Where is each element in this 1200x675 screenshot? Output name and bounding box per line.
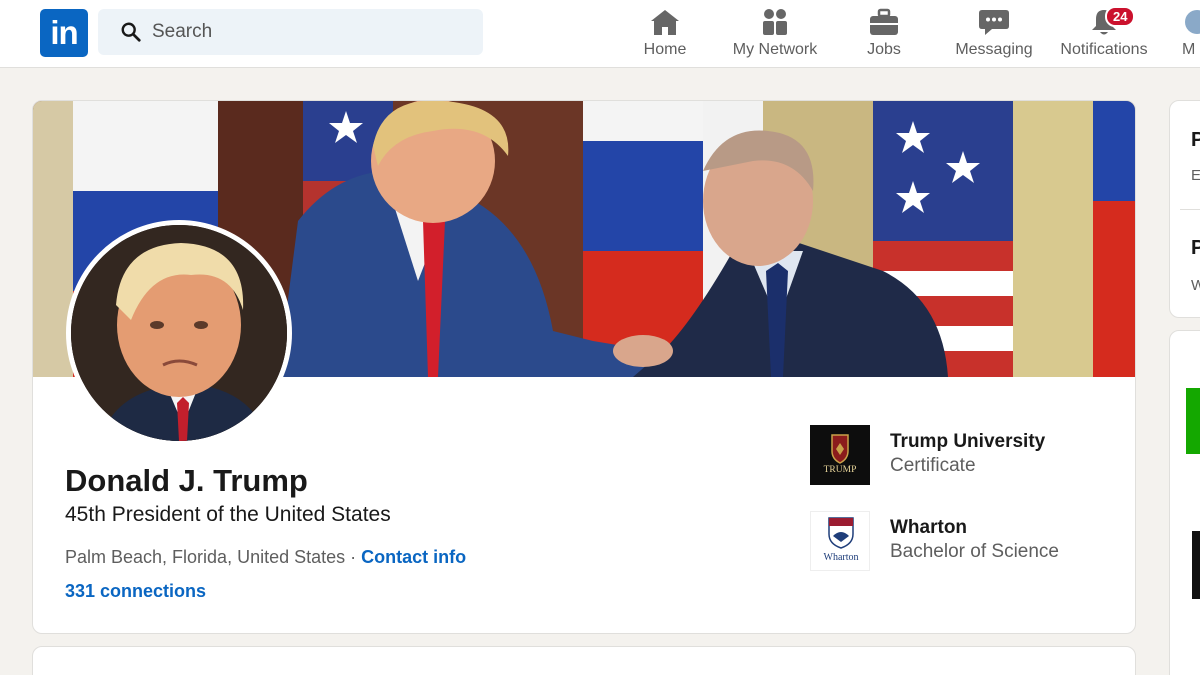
education-item-wharton[interactable]: Wharton Wharton Bachelor of Science xyxy=(810,511,1110,571)
ad-logo-dark[interactable] xyxy=(1192,531,1200,599)
nav-home[interactable]: Home xyxy=(630,6,700,64)
search-icon xyxy=(121,22,141,42)
separator-dot: · xyxy=(350,547,357,567)
wharton-logo-text: Wharton xyxy=(824,552,859,563)
profile-name: Donald J. Trump xyxy=(65,463,308,498)
nav-notifications-label: Notifications xyxy=(1060,41,1148,58)
sidebar-line-3[interactable]: P xyxy=(1191,237,1200,260)
right-sidebar-ad-card xyxy=(1169,330,1200,675)
bell-icon xyxy=(1053,8,1155,38)
sidebar-line-1[interactable]: P xyxy=(1191,129,1200,152)
nav-jobs[interactable]: Jobs xyxy=(852,6,916,64)
nav-notifications[interactable]: 24 Notifications xyxy=(1053,6,1155,64)
education-item-trump-university[interactable]: TRUMP Trump University Certificate xyxy=(810,425,1110,485)
trump-university-logo-text: TRUMP xyxy=(824,465,857,475)
nav-my-network[interactable]: My Network xyxy=(722,6,828,64)
profile-avatar[interactable] xyxy=(66,220,292,446)
nav-home-label: Home xyxy=(643,41,687,58)
nav-me-label: M xyxy=(1182,41,1196,58)
education-school-name: Trump University xyxy=(890,431,1046,452)
education-school-name: Wharton xyxy=(890,517,968,538)
ad-logo-green[interactable] xyxy=(1186,388,1200,454)
sidebar-divider xyxy=(1180,209,1200,210)
briefcase-icon xyxy=(852,8,916,38)
search-input[interactable] xyxy=(152,9,472,55)
global-nav: in Home My Network Jobs xyxy=(0,0,1200,68)
location-row: Palm Beach, Florida, United States · Con… xyxy=(65,547,466,568)
next-section-card xyxy=(32,646,1136,675)
nav-me[interactable]: M xyxy=(1182,6,1200,64)
nav-messaging[interactable]: Messaging xyxy=(946,6,1042,64)
nav-messaging-label: Messaging xyxy=(955,41,1033,58)
avatar-icon xyxy=(1182,8,1200,38)
trump-university-logo: TRUMP xyxy=(810,425,870,485)
profile-card: Donald J. Trump 45th President of the Un… xyxy=(32,100,1136,634)
search-box[interactable] xyxy=(98,9,483,55)
education-degree: Certificate xyxy=(890,455,976,476)
chat-icon xyxy=(946,8,1042,38)
profile-location: Palm Beach, Florida, United States xyxy=(65,547,346,567)
profile-headline: 45th President of the United States xyxy=(65,503,391,526)
linkedin-logo[interactable]: in xyxy=(40,9,88,57)
home-icon xyxy=(630,8,700,38)
nav-jobs-label: Jobs xyxy=(867,41,901,58)
connections-link[interactable]: 331 connections xyxy=(65,581,206,602)
sidebar-line-4: W xyxy=(1191,277,1200,294)
right-sidebar-card: P E P W xyxy=(1169,100,1200,318)
contact-info-link[interactable]: Contact info xyxy=(361,547,466,567)
wharton-logo: Wharton xyxy=(810,511,870,571)
sidebar-line-2: E xyxy=(1191,167,1200,184)
people-icon xyxy=(722,8,828,38)
education-degree: Bachelor of Science xyxy=(890,541,1059,562)
nav-my-network-label: My Network xyxy=(732,41,818,58)
notifications-badge: 24 xyxy=(1105,6,1136,27)
